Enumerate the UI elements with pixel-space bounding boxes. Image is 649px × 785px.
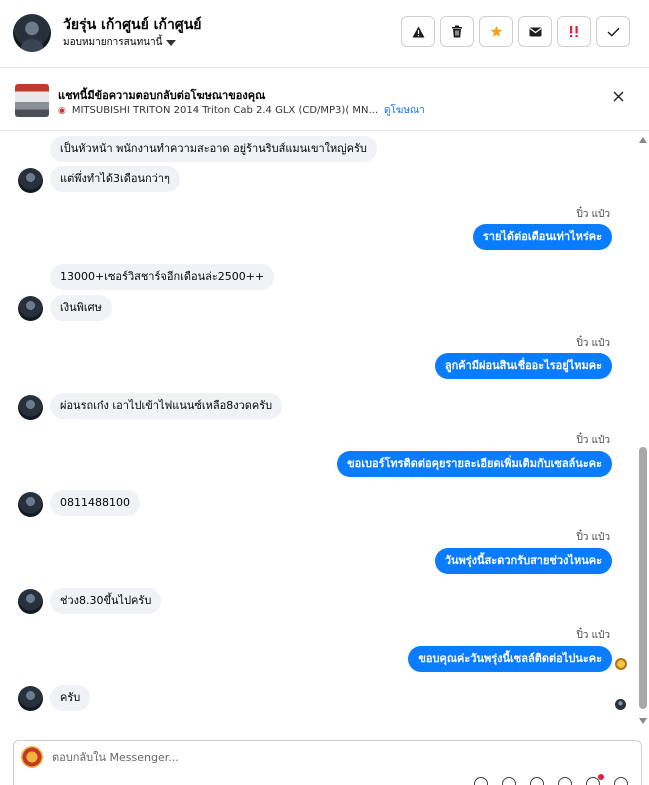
caret-down-icon xyxy=(166,39,177,46)
more-icon[interactable] xyxy=(614,777,628,785)
sender-name: ปิ๋ว แป๋ว xyxy=(576,209,610,220)
scroll-down-arrow-icon[interactable] xyxy=(639,718,647,724)
ad-banner-title: แชทนี้มีข้อความตอบกลับต่อโฆษณาของคุณ xyxy=(58,89,266,102)
sender-avatar xyxy=(18,296,43,321)
car-icon: ◉ xyxy=(58,105,66,116)
close-icon[interactable] xyxy=(613,91,624,102)
saved-replies-icon[interactable] xyxy=(502,777,516,785)
message-bubble-incoming[interactable]: 13000+เซอร์วิสชาร์จอีกเดือนล่ะ2500++ xyxy=(50,264,275,290)
report-button[interactable] xyxy=(401,16,435,47)
message-bubble-incoming[interactable]: เป็นหัวหน้า พนักงานทำความสะอาด อยู่ร้านร… xyxy=(50,136,377,162)
sender-name: ปิ๋ว แป๋ว xyxy=(576,532,610,543)
mark-unread-button[interactable] xyxy=(518,16,552,47)
message-bubble-incoming[interactable]: เงินพิเศษ xyxy=(50,295,112,321)
attachment-icon[interactable] xyxy=(474,777,488,785)
sender-avatar xyxy=(18,395,43,420)
message-bubble-incoming[interactable]: 0811488100 xyxy=(50,490,140,516)
sender-name: ปิ๋ว แป๋ว xyxy=(576,435,610,446)
sender-avatar xyxy=(18,492,43,517)
message-thread[interactable]: เป็นหัวหน้า พนักงานทำความสะอาด อยู่ร้านร… xyxy=(0,132,636,730)
message-bubble-incoming[interactable]: แต่พึ่งทำได้3เดือนกว่าๆ xyxy=(50,166,180,192)
page-avatar xyxy=(21,746,43,768)
ad-context-banner: แชทนี้มีข้อความตอบกลับต่อโฆษณาของคุณ ◉ M… xyxy=(0,69,649,131)
contact-name[interactable]: วัยรุ่น เก้าศูนย์ เก้าศูนย์ xyxy=(63,14,201,36)
message-bubble-outgoing[interactable]: ขอบคุณค่ะวันพรุ่งนี้เซลล์ติดต่อไปนะคะ xyxy=(408,646,612,672)
check-icon xyxy=(607,27,620,37)
sender-name: ปิ๋ว แป๋ว xyxy=(576,630,610,641)
delete-button[interactable] xyxy=(440,16,474,47)
reaction-avatar xyxy=(615,658,627,670)
envelope-icon xyxy=(529,27,541,36)
message-bubble-incoming[interactable]: ช่วง8.30ขึ้นไปครับ xyxy=(50,588,162,614)
sticker-icon[interactable] xyxy=(558,777,572,785)
message-bubble-outgoing[interactable]: ลูกค้ามีผ่อนสินเชื่ออะไรอยู่ไหมคะ xyxy=(434,353,612,379)
contact-avatar[interactable] xyxy=(13,14,51,52)
spam-icon xyxy=(569,26,578,38)
composer-tools xyxy=(474,774,628,785)
trash-icon xyxy=(452,25,462,38)
ad-banner-subtitle: ◉ MITSUBISHI TRITON 2014 Triton Cab 2.4 … xyxy=(58,103,425,118)
message-bubble-outgoing[interactable]: วันพรุ่งนี้สะดวกรับสายช่วงไหนคะ xyxy=(434,548,612,574)
scrollbar-thumb[interactable] xyxy=(639,447,647,709)
message-bubble-incoming[interactable]: ครับ xyxy=(50,685,91,711)
view-ad-link[interactable]: ดูโฆษณา xyxy=(384,103,425,118)
star-button[interactable] xyxy=(479,16,513,47)
message-bubble-outgoing[interactable]: รายได้ต่อเดือนเท่าไหร่คะ xyxy=(472,224,612,250)
scroll-up-arrow-icon[interactable] xyxy=(639,137,647,143)
ad-thumbnail xyxy=(15,84,49,117)
assign-conversation-dropdown[interactable]: มอบหมายการสนทนานี้ xyxy=(63,35,177,50)
emoji-icon[interactable] xyxy=(530,777,544,785)
mark-done-button[interactable] xyxy=(596,16,630,47)
sender-name: ปิ๋ว แป๋ว xyxy=(576,338,610,349)
star-icon xyxy=(490,25,502,37)
header-actions xyxy=(401,16,630,47)
warning-icon xyxy=(412,26,424,37)
message-bubble-outgoing[interactable]: ขอเบอร์โทรติดต่อคุยรายละเอียดเพิ่มเติมกั… xyxy=(337,451,612,477)
ad-product-name: MITSUBISHI TRITON 2014 Triton Cab 2.4 GL… xyxy=(71,105,379,116)
seen-indicator-avatar xyxy=(615,699,626,710)
like-icon[interactable] xyxy=(586,774,604,785)
reply-composer xyxy=(13,740,642,785)
message-bubble-incoming[interactable]: ผ่อนรถเก๋ง เอาไปเข้าไฟแนนซ์เหลือ8งวดครับ xyxy=(50,393,283,419)
sender-avatar xyxy=(18,686,43,711)
sender-avatar xyxy=(18,589,43,614)
sender-avatar xyxy=(18,168,43,193)
assign-label: มอบหมายการสนทนานี้ xyxy=(63,37,163,48)
mark-spam-button[interactable] xyxy=(557,16,591,47)
conversation-header: วัยรุ่น เก้าศูนย์ เก้าศูนย์ มอบหมายการสน… xyxy=(0,0,649,68)
reply-input[interactable] xyxy=(52,747,552,767)
